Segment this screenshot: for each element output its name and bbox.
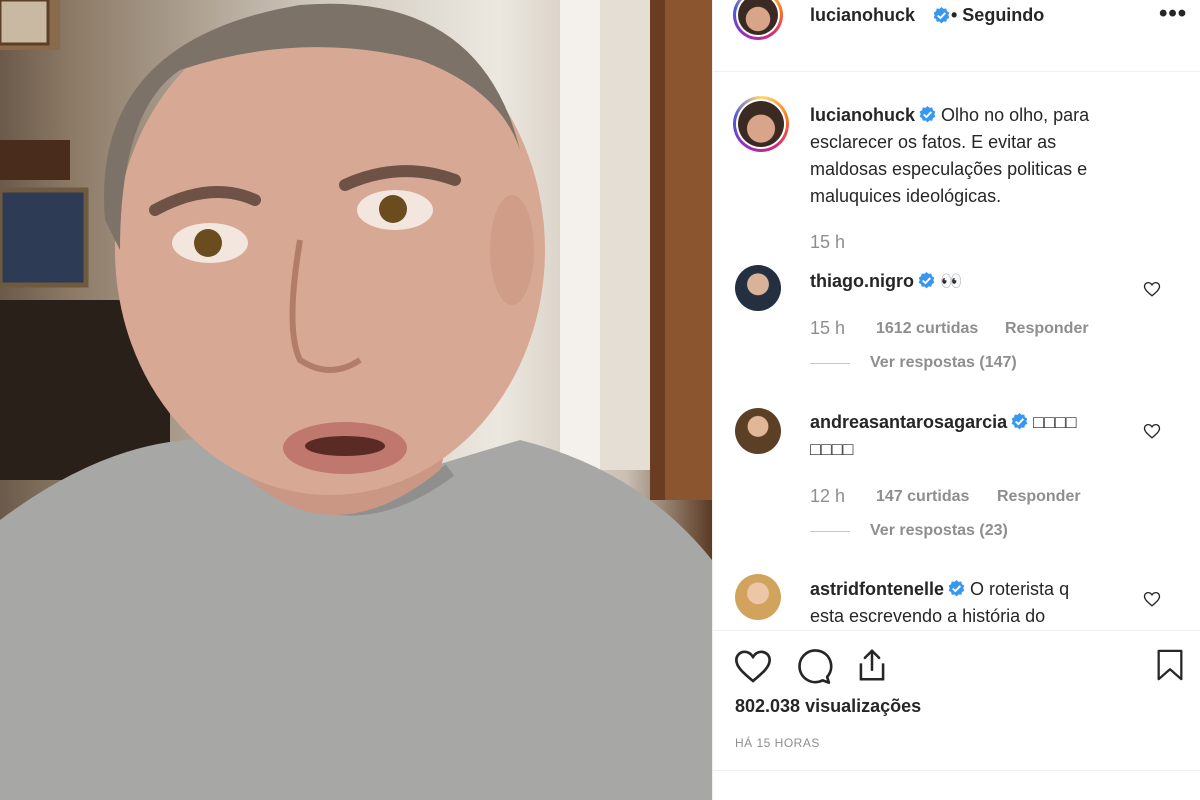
- verified-badge-icon: [918, 272, 935, 289]
- post-video[interactable]: [0, 0, 712, 800]
- instagram-post-view: lucianohuck • Seguindo ••• lucianohuck O…: [0, 0, 1200, 800]
- comment-reply-button[interactable]: Responder: [997, 488, 1081, 506]
- comment-body-line-1: O roteristа q: [970, 579, 1070, 599]
- author-username[interactable]: lucianohuck: [810, 5, 915, 26]
- replies-divider-line: [810, 363, 850, 364]
- comment-like-heart-icon[interactable]: [1143, 280, 1161, 298]
- follow-status-button[interactable]: • Seguindo: [951, 5, 1044, 26]
- comment-likes-count[interactable]: 147 curtidas: [876, 488, 969, 506]
- comments-list: lucianohuck Olho no olho, para esclarece…: [713, 72, 1200, 628]
- caption-line-1: Olho no olho, para: [941, 105, 1090, 125]
- comment-text: astridfontenelle O roteristа q esta escr…: [810, 576, 1130, 628]
- view-replies-button[interactable]: Ver respostas (147): [870, 354, 1017, 372]
- caption-timestamp[interactable]: 15 h: [810, 232, 845, 253]
- comment-username[interactable]: andreasantarosagarcia: [810, 412, 1007, 432]
- post-header: lucianohuck • Seguindo •••: [713, 0, 1200, 70]
- caption-text: lucianohuck Olho no olho, para esclarece…: [810, 102, 1180, 210]
- comment-avatar-astrid[interactable]: [735, 574, 781, 620]
- caption-username[interactable]: lucianohuck: [810, 105, 915, 125]
- post-timestamp[interactable]: HÁ 15 HORAS: [735, 736, 820, 750]
- caption-line-4: maluquices ideológicas.: [810, 186, 1002, 206]
- comment-bubble-icon[interactable]: [793, 646, 833, 686]
- verified-badge-icon: [948, 580, 965, 597]
- actions-divider: [713, 630, 1200, 631]
- comment-text: thiago.nigro 👀: [810, 268, 1130, 295]
- verified-badge-icon: [1011, 413, 1028, 430]
- comment-text: andreasantarosagarcia □□□□ □□□□: [810, 409, 1130, 463]
- comment-like-heart-icon[interactable]: [1143, 422, 1161, 440]
- author-avatar[interactable]: [733, 0, 783, 40]
- comment-avatar-thiago[interactable]: [735, 265, 781, 311]
- replies-divider-line: [810, 531, 850, 532]
- caption-author-avatar[interactable]: [733, 96, 789, 152]
- verified-badge-icon: [933, 7, 950, 24]
- comment-avatar-andrea[interactable]: [735, 408, 781, 454]
- comment-username[interactable]: astridfontenelle: [810, 579, 944, 599]
- view-replies-button[interactable]: Ver respostas (23): [870, 522, 1008, 540]
- post-sidebar: lucianohuck • Seguindo ••• lucianohuck O…: [712, 0, 1200, 800]
- verified-badge-icon: [919, 106, 936, 123]
- comment-timestamp[interactable]: 15 h: [810, 318, 845, 339]
- share-icon[interactable]: [853, 645, 891, 685]
- caption-line-2: esclarecer os fatos. E evitar as: [810, 132, 1057, 152]
- bookmark-icon[interactable]: [1153, 645, 1187, 685]
- heart-icon[interactable]: [733, 646, 773, 686]
- comment-body-line-2: □□□□: [810, 439, 854, 459]
- comment-body-line-1: □□□□: [1033, 412, 1077, 432]
- comment-likes-count[interactable]: 1612 curtidas: [876, 320, 978, 338]
- comment-timestamp[interactable]: 12 h: [810, 486, 845, 507]
- views-count[interactable]: 802.038 visualizações: [735, 696, 921, 717]
- comment-body-line-2: esta escrevendo a história do: [810, 606, 1046, 626]
- video-frame-illustration: [0, 0, 712, 800]
- more-options-icon[interactable]: •••: [1159, 0, 1187, 28]
- comment-body: 👀: [940, 271, 963, 291]
- comment-like-heart-icon[interactable]: [1143, 590, 1161, 608]
- comment-username[interactable]: thiago.nigro: [810, 271, 914, 291]
- add-comment-divider: [713, 770, 1200, 771]
- comment-reply-button[interactable]: Responder: [1005, 320, 1089, 338]
- caption-line-3: maldosas especulações politicas e: [810, 159, 1088, 179]
